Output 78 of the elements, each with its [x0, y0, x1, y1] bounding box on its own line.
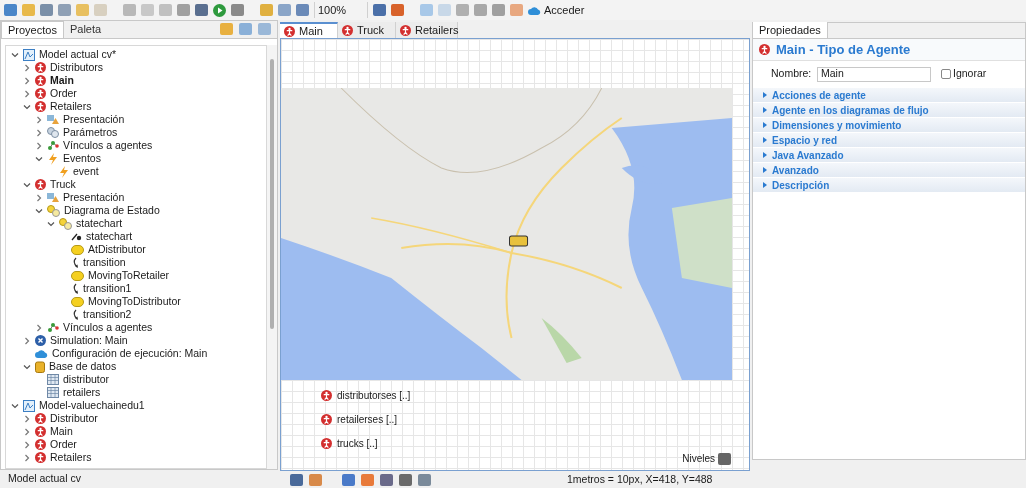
expand-icon[interactable] — [34, 193, 43, 202]
section-header[interactable]: Descripción — [753, 177, 1025, 192]
agent-icon — [35, 426, 46, 437]
agent-icon — [35, 452, 46, 463]
table-icon — [47, 374, 59, 385]
expand-icon[interactable] — [763, 122, 767, 128]
cloud-icon — [528, 5, 541, 15]
transition-icon — [71, 282, 79, 295]
panel-tab[interactable]: Proyectos — [1, 21, 64, 38]
section-header[interactable]: Java Avanzado — [753, 147, 1025, 162]
editor-tab[interactable]: Retailers — [396, 22, 458, 38]
scrollbar[interactable] — [267, 45, 277, 469]
expand-icon[interactable] — [763, 152, 767, 158]
population-label[interactable]: distributorses [..] — [337, 388, 411, 403]
table-icon — [47, 387, 59, 398]
agent-icon — [35, 101, 46, 112]
state-icon — [71, 244, 84, 255]
section-header[interactable]: Avanzado — [753, 162, 1025, 177]
agent-icon — [321, 438, 332, 449]
transition-icon — [71, 308, 79, 321]
state-icon — [71, 296, 84, 307]
collapse-icon[interactable] — [22, 180, 31, 189]
expand-icon[interactable] — [763, 92, 767, 98]
section-header[interactable]: Acciones de agente — [753, 87, 1025, 102]
population-label[interactable]: retailerses [..] — [337, 412, 398, 427]
database-icon — [35, 360, 45, 373]
simulation-icon — [35, 335, 46, 346]
transition-icon — [71, 256, 79, 269]
cloud-icon — [35, 349, 48, 358]
login-button[interactable]: Acceder — [544, 1, 585, 19]
expand-icon[interactable] — [763, 107, 767, 113]
run-icon[interactable] — [213, 3, 226, 17]
agent-icon — [35, 413, 46, 424]
section-header[interactable]: Dimensiones y movimiento — [753, 117, 1025, 132]
panel-tab[interactable]: Paleta — [63, 21, 108, 38]
agent-icon — [35, 439, 46, 450]
parameters-icon — [47, 127, 59, 138]
agent-icon — [35, 75, 46, 86]
collapse-icon[interactable] — [10, 50, 19, 59]
panel-tab[interactable]: Propiedades — [753, 22, 828, 38]
properties-title: Main - Tipo de Agente — [776, 40, 911, 59]
agent-icon — [342, 24, 353, 36]
section-header[interactable]: Agente en los diagramas de flujo — [753, 102, 1025, 117]
expand-icon[interactable] — [763, 137, 767, 143]
state-icon — [71, 270, 84, 281]
entry-point-icon — [71, 231, 82, 242]
expand-icon[interactable] — [763, 182, 767, 188]
status-text: Model actual cv — [7, 471, 82, 487]
agent-icon — [321, 390, 332, 401]
ignore-checkbox[interactable] — [941, 69, 951, 79]
lightning-icon — [47, 152, 59, 165]
ignore-label: Ignorar — [953, 66, 987, 82]
model-icon — [23, 48, 35, 61]
model-icon — [23, 399, 35, 412]
editor-tab[interactable]: Main — [280, 22, 338, 38]
agent-icon — [35, 88, 46, 99]
agent-icon — [759, 44, 770, 55]
agent-icon — [321, 414, 332, 425]
editor-tab[interactable]: Truck — [338, 22, 396, 38]
lightning-icon — [59, 165, 69, 178]
scale-readout: 1metros = 10px, X=418, Y=488 — [567, 471, 713, 487]
states-icon — [47, 204, 60, 217]
collapse-icon[interactable] — [22, 362, 31, 371]
agent-icon — [35, 62, 46, 73]
section-header[interactable]: Espacio y red — [753, 132, 1025, 147]
population-label[interactable]: trucks [..] — [337, 436, 378, 451]
levels-label[interactable]: Niveles — [682, 451, 715, 466]
agent-icon — [400, 24, 411, 36]
collapse-icon[interactable] — [10, 401, 19, 410]
collapse-icon[interactable] — [22, 102, 31, 111]
agent-icon — [35, 179, 46, 190]
zoom-combo[interactable]: 100% — [314, 1, 368, 19]
links-icon — [47, 140, 59, 151]
links-icon — [47, 322, 59, 333]
states-icon — [59, 217, 72, 230]
collapse-icon[interactable] — [34, 154, 43, 163]
expand-icon[interactable] — [763, 167, 767, 173]
name-field[interactable]: Main — [817, 66, 931, 82]
